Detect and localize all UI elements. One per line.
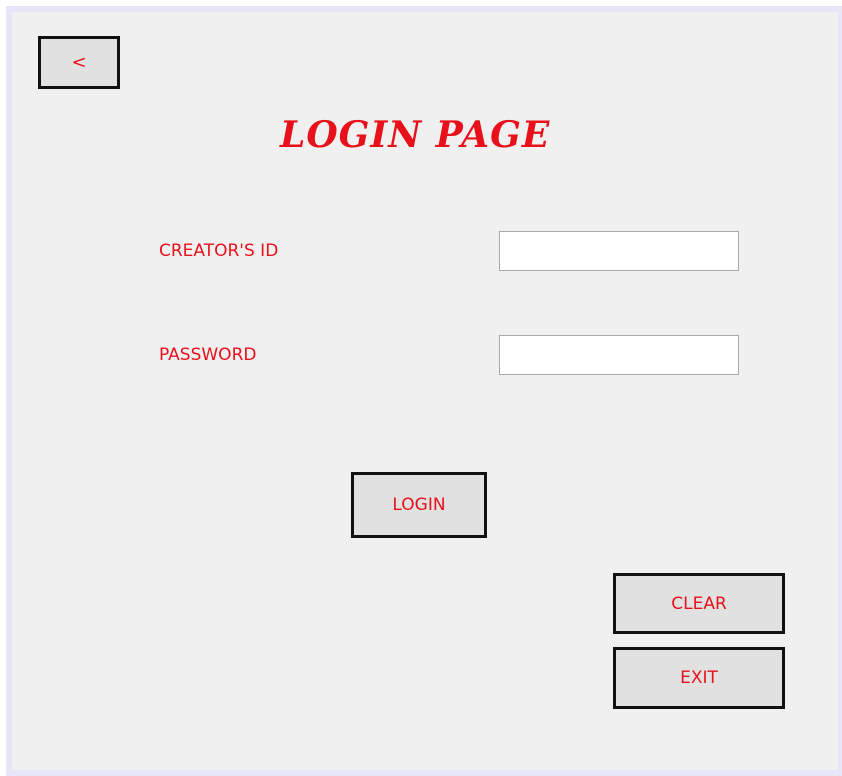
page-title: LOGIN PAGE [280,114,551,156]
creator-id-input[interactable] [499,231,739,271]
exit-button[interactable]: EXIT [613,647,785,709]
clear-button[interactable]: CLEAR [613,573,785,634]
login-panel: < LOGIN PAGE CREATOR'S ID PASSWORD LOGIN… [12,12,838,770]
back-button[interactable]: < [38,36,120,89]
password-input[interactable] [499,335,739,375]
password-label: PASSWORD [159,345,257,365]
login-button[interactable]: LOGIN [351,472,487,538]
creator-id-label: CREATOR'S ID [159,241,279,261]
